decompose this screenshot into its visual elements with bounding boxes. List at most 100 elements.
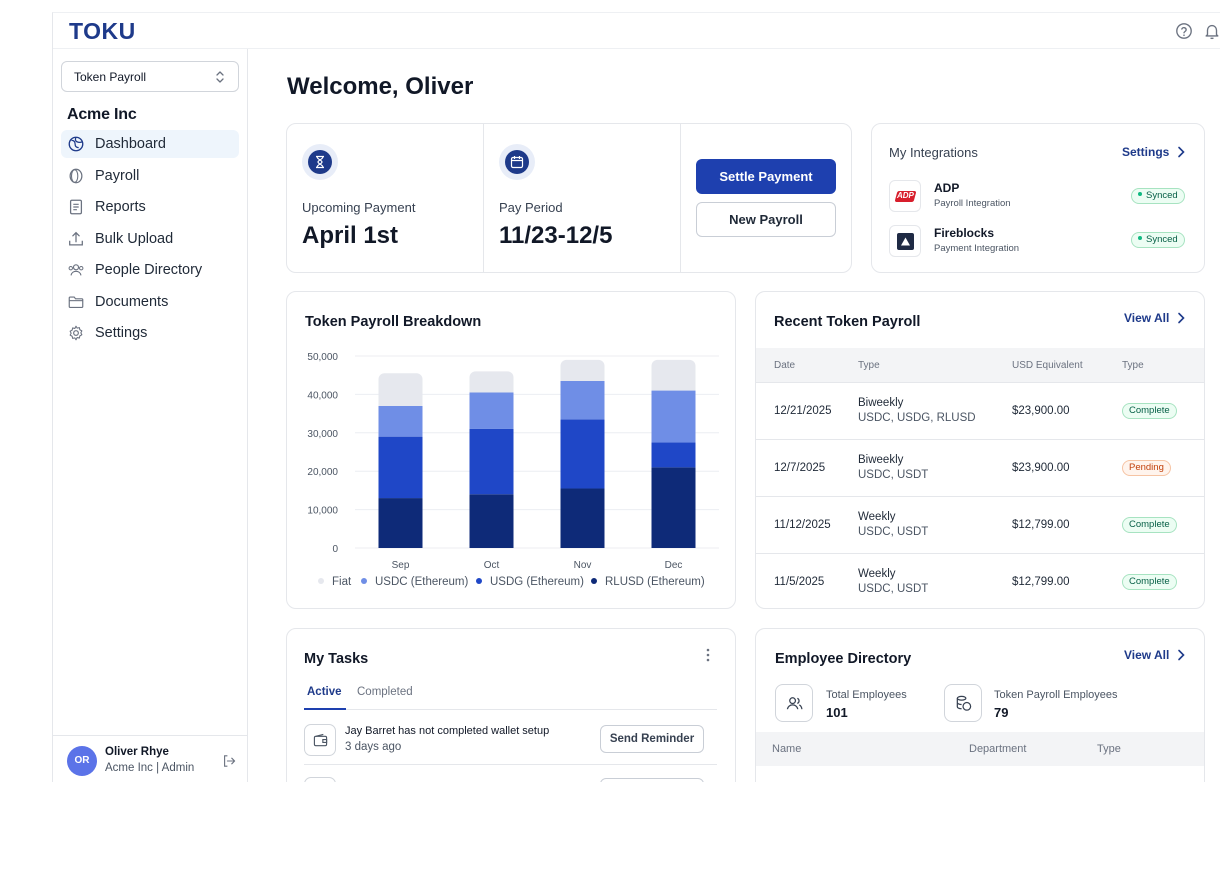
bar-segment [469,494,514,548]
tasks-title: My Tasks [304,651,369,667]
integrations-settings-link[interactable]: Settings [1122,145,1185,159]
adp-logo-text: ADP [897,191,914,200]
recent-view-all-link[interactable]: View All [1124,311,1185,325]
status-badge: Synced [1131,232,1185,248]
table-header: Date Type USD Equivalent Type [756,348,1204,382]
y-tick-label: 0 [332,544,338,555]
row-date: 11/5/2025 [774,576,825,588]
legend-swatch [591,578,597,584]
x-tick-label: Oct [484,560,500,571]
sidebar-item-label: Payroll [95,167,140,184]
column-header-date: Date [774,360,796,371]
coin-icon [69,168,83,183]
legend-swatch [476,578,482,584]
employees-view-all-link[interactable]: View All [1124,648,1185,662]
bar-segment [378,498,423,548]
org-name: Acme Inc [67,106,137,123]
x-tick-label: Nov [574,560,592,571]
chevron-up-down-icon [216,71,224,83]
token-payroll-employees-value: 79 [994,705,1009,720]
status-badge: Complete [1122,403,1177,419]
user-profile[interactable]: OR Oliver Rhye Acme Inc | Admin [53,735,248,782]
settle-payment-button[interactable]: Settle Payment [696,159,836,194]
task-action-button[interactable] [600,778,704,782]
chevron-right-icon [1178,146,1185,158]
payroll-breakdown-card: Token Payroll Breakdown 0 10,000 20,000 30,… [286,291,736,609]
recent-payroll-card: Recent Token Payroll View All Date Type … [755,291,1205,609]
bell-icon[interactable] [1203,22,1220,40]
task-item[interactable] [304,777,717,782]
sidebar-item-people-directory[interactable]: People Directory [61,256,239,284]
row-date: 12/7/2025 [774,462,826,474]
fireblocks-logo [889,225,921,257]
task-item[interactable]: Jay Barret has not completed wallet setu… [304,721,717,765]
sidebar-item-settings[interactable]: Settings [61,319,239,347]
sidebar-item-documents[interactable]: Documents [61,288,239,316]
column-header-department: Department [969,743,1027,755]
sidebar-item-label: Reports [95,199,146,215]
bar-segment [378,405,423,437]
sidebar-item-label: Settings [95,325,148,341]
table-row[interactable]: 12/21/2025 Biweekly USDC, USDG, RLUSD $23,9… [756,382,1204,439]
bar-segment [560,380,605,420]
bar-segment [378,436,423,499]
bar-segment [469,428,514,495]
wallet-icon [304,724,336,756]
integration-name: ADP [934,181,960,195]
row-type: Weekly [858,568,896,580]
table-row[interactable]: 12/7/2025 Biweekly USDC, USDT $23,900.00 Pen… [756,439,1204,496]
table-row[interactable]: 11/12/2025 Weekly USDC, USDT $12,799.00 Comp… [756,496,1204,553]
row-tokens: USDC, USDG, RLUSD [858,412,976,424]
row-usd: $23,900.00 [1012,405,1070,417]
more-options-icon[interactable] [705,647,711,663]
legend-swatch [361,578,367,584]
help-icon[interactable] [1175,22,1193,40]
sidebar-item-label: People Directory [95,262,203,278]
sidebar-item-reports[interactable]: Reports [61,193,239,221]
gear-icon [69,325,83,341]
workspace-select[interactable]: Token Payroll [61,61,239,92]
table-header: Name Department Type [756,732,1204,766]
token-payroll-employees-label: Token Payroll Employees [994,689,1118,701]
row-tokens: USDC, USDT [858,469,929,481]
y-tick-label: 50,000 [307,352,338,363]
coins-icon [944,684,982,722]
integration-row-fireblocks[interactable]: Fireblocks Payment Integration Synced [889,225,1189,259]
app-logo[interactable]: TOKU [69,18,136,45]
integration-row-adp[interactable]: ADP ADP Payroll Integration Synced [889,180,1189,214]
y-tick-label: 40,000 [307,390,338,401]
table-row[interactable]: 11/5/2025 Weekly USDC, USDT $12,799.00 Compl… [756,553,1204,608]
adp-logo: ADP [889,180,921,212]
sidebar-item-dashboard[interactable]: Dashboard [61,130,239,158]
employee-directory-card: Employee Directory View All Total Employ… [755,628,1205,782]
tab-active[interactable]: Active [307,686,342,698]
tab-completed[interactable]: Completed [357,686,413,698]
integration-type: Payment Integration [934,243,1020,254]
bar-segment [651,442,696,468]
sidebar-nav: Dashboard Payroll Reports Bulk Upload Pe… [61,130,239,351]
dashboard-icon [68,136,84,152]
people-icon [68,264,84,276]
calendar-icon [510,156,524,169]
y-tick-label: 20,000 [307,467,338,478]
folder-icon [68,295,84,308]
status-badge: Complete [1122,574,1177,590]
recent-payroll-title: Recent Token Payroll [774,314,921,330]
breakdown-chart: 0 10,000 20,000 30,000 40,000 50,000 Sep Oct Nov… [307,352,719,588]
logout-icon[interactable] [221,753,237,769]
sidebar-item-payroll[interactable]: Payroll [61,162,239,190]
task-time: 3 days ago [345,741,402,753]
row-type: Weekly [858,511,896,523]
sidebar-item-bulk-upload[interactable]: Bulk Upload [61,225,239,253]
bar-segment [469,392,514,429]
total-employees-label: Total Employees [826,689,907,701]
x-tick-label: Sep [392,560,410,571]
upload-icon [69,231,83,245]
hourglass-badge [302,144,338,180]
sidebar-item-label: Bulk Upload [95,230,174,247]
new-payroll-button[interactable]: New Payroll [696,202,836,237]
send-reminder-button[interactable]: Send Reminder [600,725,704,753]
payment-summary-card: Upcoming Payment April 1st Pay Period 11… [286,123,852,273]
user-name: Oliver Rhye [105,746,169,758]
column-header-type: Type [1097,743,1121,755]
